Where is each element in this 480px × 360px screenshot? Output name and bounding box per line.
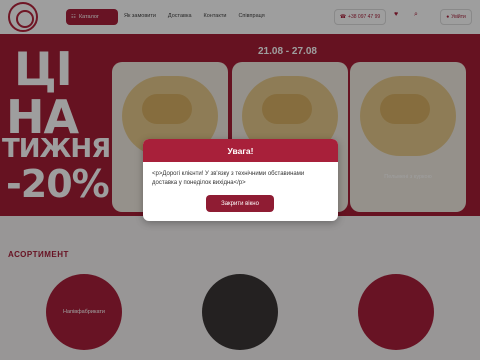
modal-title: Увага! — [143, 139, 338, 162]
modal-message: <p>Дорогі клієнти! У зв'язку з технічним… — [152, 171, 305, 186]
close-modal-button[interactable]: Закрити вікно — [206, 195, 274, 212]
notice-modal: Увага! <p>Дорогі клієнти! У зв'язку з те… — [143, 139, 338, 221]
